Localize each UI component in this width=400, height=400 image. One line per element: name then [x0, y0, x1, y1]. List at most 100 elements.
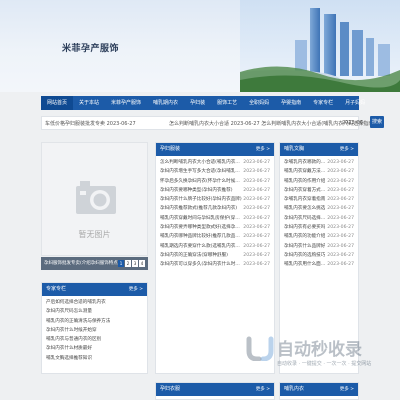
list-item[interactable]: 孕妇内衣增生手写多大合适(孕妇哺乳内衣选择)2023-06-27: [160, 167, 270, 176]
list-item[interactable]: 孕妇内衣穿着方式介绍 2023-06-27: [284, 186, 354, 195]
more-link[interactable]: 更多 >: [340, 143, 354, 156]
box-title[interactable]: 哺乳内衣: [284, 386, 304, 392]
featured-caption[interactable]: 孕妇服饰批发专卖(介绍孕妇服饰特点) 1 2 3 4: [41, 257, 148, 270]
list-item[interactable]: 产后如何选择合适的哺乳内衣: [46, 298, 143, 307]
list-item-title[interactable]: 产后如何选择合适的哺乳内衣: [46, 298, 106, 307]
list-item[interactable]: 哺乳文胸选择推荐知识: [46, 354, 143, 363]
list-item[interactable]: 孕哺乳内衣哪款的比较好2023-06-27: [284, 158, 354, 167]
nav-about[interactable]: 关于本站: [73, 96, 105, 110]
list-item-title[interactable]: 怀孕后多久换孕妇内衣(怀孕什么时候要穿孕妇装): [160, 177, 242, 186]
nav-nursing-underwear[interactable]: 哺乳期内衣: [147, 96, 184, 110]
list-item-title[interactable]: 孕妇内衣可以穿多久(孕妇内衣什么时候穿): [160, 260, 242, 269]
list-item[interactable]: 孕妇内衣的正确穿法(穿哪种舒服) 2023-06-27: [160, 251, 270, 260]
list-item-title[interactable]: 孕妇内衣什么材质最好: [46, 344, 92, 353]
featured-image-placeholder[interactable]: 暂无图片: [41, 142, 148, 256]
list-item-title[interactable]: 哺乳内衣的功能介绍: [284, 232, 325, 241]
list-item[interactable]: 哺乳内衣与普通内衣的区别: [46, 335, 143, 344]
nav-maternity-wear[interactable]: 米菲孕产服饰: [105, 96, 147, 110]
list-item-title[interactable]: 孕妇内衣尺码怎么测量: [46, 307, 92, 316]
list-item[interactable]: 孕妇内衣要弄哪种类型款式好(选择孕妇内衣) 2023-06-27: [160, 223, 270, 232]
article-list: 产后如何选择合适的哺乳内衣 孕妇内衣尺码怎么测量 哺乳内衣的正确清洗与保养方法 孕妇内…: [42, 296, 147, 365]
list-item-title[interactable]: 哺乳内衣哪种品牌比较好(推荐几款品牌内衣): [160, 232, 242, 241]
box-header: 专家专栏 更多 >: [42, 283, 147, 296]
list-item-title[interactable]: 孕妇内衣穿着方式介绍: [284, 186, 326, 195]
list-item[interactable]: 怀孕后多久换孕妇内衣(怀孕什么时候要穿孕妇装)2023-06-27: [160, 177, 270, 186]
list-item[interactable]: 哺乳内衣穿戴时间与孕妇乳房保护(穿搭技巧) 2023-06-27: [160, 214, 270, 223]
list-item-title[interactable]: 孕妇内衣要弄哪种类型款式好(选择孕妇内衣): [160, 223, 242, 232]
pager-dot[interactable]: 3: [132, 260, 138, 267]
list-item-title[interactable]: 孕哺乳内衣哪款的比较好: [284, 158, 326, 167]
nav-postpartum[interactable]: 月子妈妈: [339, 96, 371, 110]
box-title[interactable]: 哺乳文胸: [284, 146, 304, 152]
list-item[interactable]: 哺乳内衣穿戴方法怎么挑选2023-06-27: [284, 167, 354, 176]
list-item-title[interactable]: 孕妇内衣什么牌子比较好(孕妇内衣品牌): [160, 195, 242, 204]
list-item-title[interactable]: 孕哺乳内衣穿着指南: [284, 195, 325, 204]
list-item[interactable]: 哺乳内衣的作用介绍 2023-06-27: [284, 177, 354, 186]
ticker-item[interactable]: 车低价格孕妇服装批发专卖 2023-06-27: [45, 120, 136, 127]
list-item-title[interactable]: 哺乳内衣与普通内衣的区别: [46, 335, 101, 344]
box-title[interactable]: 专家专栏: [46, 286, 66, 292]
nav-expert[interactable]: 专家专栏: [307, 96, 339, 110]
list-item[interactable]: 哺乳内衣要怎么挑选 2023-06-27: [284, 204, 354, 213]
list-item-title[interactable]: 哺乳内衣要怎么挑选: [284, 204, 325, 213]
list-item-title[interactable]: 哺乳内衣的正确清洗与保养方法: [46, 317, 110, 326]
list-item[interactable]: 孕妇内衣有必要买吗 2023-06-27: [284, 223, 354, 232]
nav-guide[interactable]: 孕婴指南: [275, 96, 307, 110]
list-item-title[interactable]: 孕妇内衣有必要买吗: [284, 223, 325, 232]
list-item-date: 2023-06-27: [243, 206, 270, 212]
list-item[interactable]: 孕妇内衣要哪种类型(孕妇内衣推荐) 2023-06-27: [160, 186, 270, 195]
pager-dot[interactable]: 1: [118, 260, 124, 267]
list-item[interactable]: 哺乳期选内衣要穿什么款(选哺乳内衣事项) 2023-06-27: [160, 242, 270, 251]
list-item-title[interactable]: 孕妇内衣尺码选择介绍: [284, 214, 326, 223]
search-button[interactable]: 搜索: [370, 116, 384, 128]
more-link[interactable]: 更多 >: [340, 383, 354, 396]
slider-pager: 1 2 3 4: [118, 260, 145, 267]
list-item-title[interactable]: 哺乳内衣用什么面料好: [284, 260, 326, 269]
box-title[interactable]: 孕妇衣服: [160, 386, 180, 392]
list-item-title[interactable]: 孕妇内衣什么品牌好: [284, 242, 325, 251]
list-item[interactable]: 孕妇内衣什么牌子比较好(孕妇内衣品牌) 2023-06-27: [160, 195, 270, 204]
list-item-title[interactable]: 孕妇内衣的选购技巧: [284, 251, 325, 260]
list-item[interactable]: 孕妇内衣什么品牌好 2023-06-27: [284, 242, 354, 251]
nav-home[interactable]: 网站首页: [41, 96, 74, 110]
list-item[interactable]: 孕妇内衣的选购技巧 2023-06-27: [284, 251, 354, 260]
list-item[interactable]: 哺乳内衣用什么面料好 2023-06-27: [284, 260, 354, 269]
list-item-title[interactable]: 孕妇内衣什么时候开始穿: [46, 326, 97, 335]
list-item-title[interactable]: 怎么判断哺乳内衣大小合适(哺乳内衣尺码选择): [160, 158, 242, 167]
list-item-title[interactable]: 孕妇内衣推荐款式(推荐几款孕妇内衣): [160, 204, 237, 213]
nav-fulltime-mom[interactable]: 全职妈妈: [243, 96, 275, 110]
list-item[interactable]: 孕妇内衣尺码怎么测量: [46, 307, 143, 316]
list-item-title[interactable]: 孕妇内衣增生手写多大合适(孕妇哺乳内衣选择): [160, 167, 242, 176]
list-item-title[interactable]: 哺乳文胸选择推荐知识: [46, 354, 92, 363]
list-item[interactable]: 孕妇内衣什么材质最好: [46, 344, 143, 353]
list-item-title[interactable]: 哺乳内衣的作用介绍: [284, 177, 325, 186]
ticker-item[interactable]: 2023-06-: [342, 120, 365, 126]
more-link[interactable]: 更多 >: [129, 283, 143, 296]
list-item-title[interactable]: 哺乳期选内衣要穿什么款(选哺乳内衣事项): [160, 242, 242, 251]
list-item[interactable]: 怎么判断哺乳内衣大小合适(哺乳内衣尺码选择)2023-06-27: [160, 158, 270, 167]
nav-craft[interactable]: 服饰工艺: [211, 96, 243, 110]
nav-pregnancy-clothes[interactable]: 孕妇装: [184, 96, 211, 110]
list-item-title[interactable]: 孕妇内衣要哪种类型(孕妇内衣推荐): [160, 186, 233, 195]
list-item[interactable]: 孕妇内衣可以穿多久(孕妇内衣什么时候穿) 2023-06-27: [160, 260, 270, 269]
list-item[interactable]: 孕哺乳内衣穿着指南 2023-06-27: [284, 195, 354, 204]
list-item-title[interactable]: 孕妇内衣的正确穿法(穿哪种舒服): [160, 251, 228, 260]
list-item[interactable]: 孕妇内衣推荐款式(推荐几款孕妇内衣) 2023-06-27: [160, 204, 270, 213]
more-link[interactable]: 更多 >: [256, 143, 270, 156]
more-link[interactable]: 更多 >: [256, 383, 270, 396]
box-title[interactable]: 孕妇服装: [160, 146, 180, 152]
list-item-title[interactable]: 哺乳内衣穿戴时间与孕妇乳房保护(穿搭技巧): [160, 214, 242, 223]
pager-dot[interactable]: 4: [139, 260, 145, 267]
pager-dot[interactable]: 2: [125, 260, 131, 267]
list-item-title[interactable]: 哺乳内衣穿戴方法怎么挑选: [284, 167, 326, 176]
list-item[interactable]: 孕妇内衣什么时候开始穿: [46, 326, 143, 335]
list-item[interactable]: 孕妇内衣尺码选择介绍 2023-06-27: [284, 214, 354, 223]
site-title[interactable]: 米菲孕产服饰: [62, 41, 119, 54]
list-item-date: 2023-06-27: [327, 160, 354, 165]
list-item[interactable]: 哺乳内衣的功能介绍 2023-06-27: [284, 232, 354, 241]
box-header: 哺乳内衣 更多 >: [280, 383, 358, 396]
list-item[interactable]: 哺乳内衣的正确清洗与保养方法: [46, 317, 143, 326]
featured-caption-text[interactable]: 孕妇服饰批发专卖(介绍孕妇服饰特点): [44, 261, 120, 266]
list-item-date: 2023-06-27: [327, 206, 354, 212]
list-item[interactable]: 哺乳内衣哪种品牌比较好(推荐几款品牌内衣) 2023-06-27: [160, 232, 270, 241]
